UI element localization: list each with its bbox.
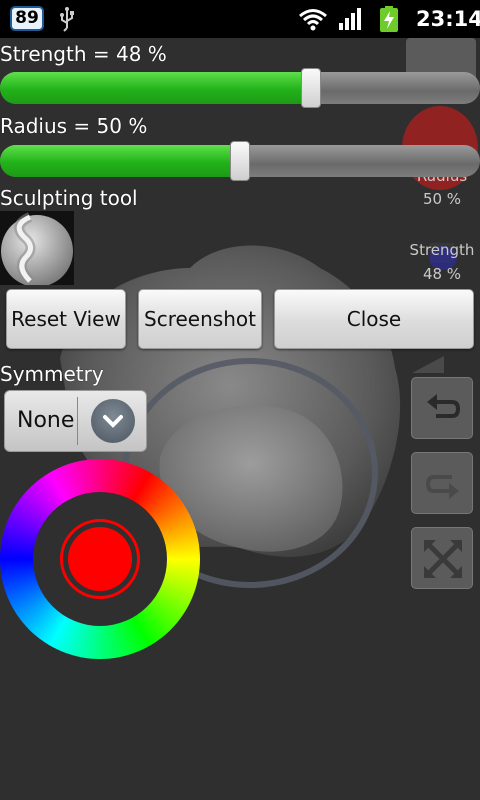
close-button[interactable]: Close	[274, 289, 474, 349]
side-strength-value: 48 %	[422, 265, 462, 283]
reset-view-button[interactable]: Reset View	[6, 289, 126, 349]
status-bar: 89 23:14	[0, 0, 480, 38]
selected-color-swatch	[68, 527, 132, 591]
selected-color-ring[interactable]	[60, 519, 140, 599]
strength-label: Strength = 48 %	[0, 42, 167, 66]
signal-icon	[339, 8, 361, 30]
screenshot-button[interactable]: Screenshot	[138, 289, 262, 349]
notification-badge-icon: 89	[10, 6, 44, 31]
radius-label: Radius = 50 %	[0, 114, 148, 138]
chevron-down-icon	[91, 399, 135, 443]
fullscreen-button[interactable]	[411, 527, 473, 589]
strength-slider-thumb[interactable]	[301, 68, 321, 108]
wifi-icon	[299, 9, 327, 31]
undo-button[interactable]	[411, 377, 473, 439]
sculpting-tool-label: Sculpting tool	[0, 186, 138, 210]
radius-slider-fill	[0, 145, 240, 177]
strength-slider[interactable]	[0, 72, 480, 104]
sculpting-tool-button[interactable]	[0, 211, 74, 287]
symmetry-selected-value: None	[17, 408, 75, 433]
symmetry-label: Symmetry	[0, 362, 104, 386]
clock: 23:14	[416, 7, 480, 31]
battery-charging-icon	[380, 6, 398, 32]
side-radius-value: 50 %	[422, 190, 462, 208]
symmetry-dropdown[interactable]: None	[4, 390, 147, 452]
redo-icon	[425, 475, 459, 499]
radius-slider-thumb[interactable]	[230, 141, 250, 181]
strength-slider-fill	[0, 72, 311, 104]
side-strength-label: Strength	[409, 241, 475, 259]
color-wheel[interactable]	[0, 459, 200, 659]
dropdown-divider	[77, 397, 78, 445]
redo-button[interactable]	[411, 452, 473, 514]
usb-icon	[60, 7, 74, 32]
fullscreen-icon	[424, 540, 462, 578]
undo-icon	[427, 394, 461, 418]
brush-tool-icon	[1, 212, 73, 287]
